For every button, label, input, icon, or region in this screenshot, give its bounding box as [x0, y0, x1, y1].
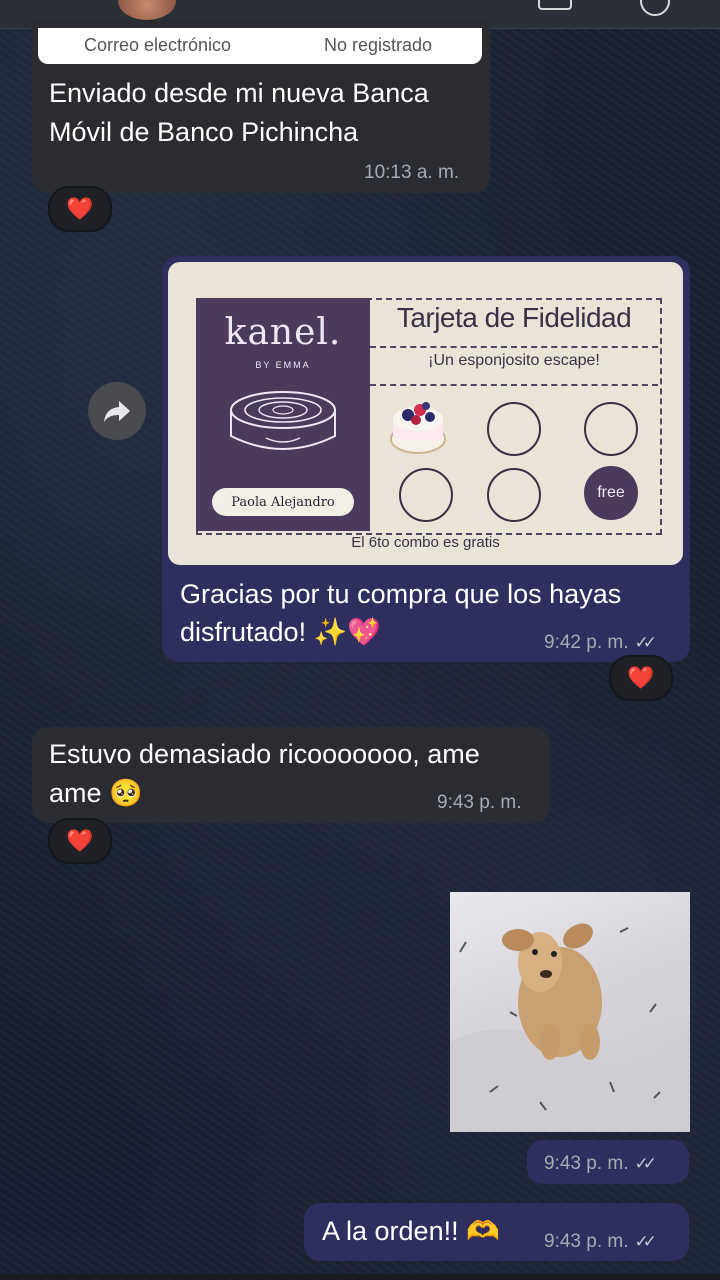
puppy-video-frame [450, 923, 690, 1132]
time-text: 9:43 p. m. [544, 1153, 629, 1174]
message-text: A la orden!! 🫶 [322, 1216, 500, 1246]
cake-stamp-icon [390, 402, 446, 454]
contact-avatar[interactable] [118, 0, 176, 20]
heart-reaction-icon[interactable]: ❤️ [609, 655, 673, 701]
message-text-line: Enviado desde mi nueva Banca [49, 78, 429, 108]
message-time: 9:43 p. m. ✓✓ [544, 1153, 657, 1175]
card-brand-panel: kanel. BY EMMA Paola Alejandro [196, 298, 370, 531]
receipt-email-label: Correo electrónico [84, 35, 232, 55]
brand-byline: BY EMMA [255, 360, 311, 370]
double-check-icon: ✓✓ [634, 1232, 657, 1251]
card-divider [370, 346, 658, 348]
free-stamp-circle: free [584, 466, 638, 520]
receipt-email-value: No registrado [324, 35, 433, 55]
puppy-video-thumbnail[interactable] [450, 892, 690, 1132]
time-text: 9:42 p. m. [544, 632, 629, 653]
card-title: Tarjeta de Fidelidad [396, 302, 632, 333]
reaction-emoji: ❤️ [66, 828, 94, 853]
empty-stamp-circle [399, 468, 453, 522]
message-text-line: Gracias por tu compra que los hayas [180, 579, 622, 609]
message-time: 9:42 p. m. ✓✓ [544, 632, 657, 654]
double-check-icon: ✓✓ [634, 633, 657, 652]
message-text-line: disfrutado! ✨💖 [180, 617, 381, 647]
forward-icon [104, 401, 130, 422]
card-subtitle: ¡Un esponjosito escape! [428, 352, 600, 369]
call-icon[interactable] [640, 0, 670, 16]
message-text-line: ame 🥺 [49, 778, 143, 808]
heart-reaction-icon[interactable]: ❤️ [48, 818, 112, 864]
forward-button[interactable] [88, 382, 146, 440]
card-footer-text: El 6to combo es gratis [351, 534, 500, 551]
empty-stamp-circle [584, 402, 638, 456]
heart-reaction-icon[interactable]: ❤️ [48, 186, 112, 232]
loyalty-card-image[interactable]: kanel. BY EMMA Paola Alejandro Tarjeta d… [168, 262, 683, 565]
bottom-bar [0, 1274, 720, 1280]
brand-logo: kanel. [224, 312, 342, 353]
reaction-emoji: ❤️ [66, 196, 94, 221]
message-time: 10:13 a. m. [364, 162, 460, 183]
empty-stamp-circle [487, 468, 541, 522]
time-text: 9:43 p. m. [544, 1231, 629, 1252]
message-text-line: Móvil de Banco Pichincha [49, 117, 359, 147]
reaction-emoji: ❤️ [627, 665, 655, 690]
bank-receipt-image[interactable]: Correo electrónico No registrado [38, 28, 482, 64]
card-divider [370, 384, 658, 386]
message-time: 9:43 p. m. [437, 792, 522, 813]
empty-stamp-circle [487, 402, 541, 456]
customer-name-label: Paola Alejandro [212, 488, 354, 516]
free-label: free [597, 484, 625, 501]
message-time: 9:43 p. m. ✓✓ [544, 1231, 657, 1253]
message-text-line: Estuvo demasiado ricooooooo, ame [49, 739, 480, 769]
cinnamon-roll-icon [230, 391, 336, 450]
double-check-icon: ✓✓ [634, 1154, 657, 1173]
video-call-icon[interactable] [538, 0, 572, 10]
